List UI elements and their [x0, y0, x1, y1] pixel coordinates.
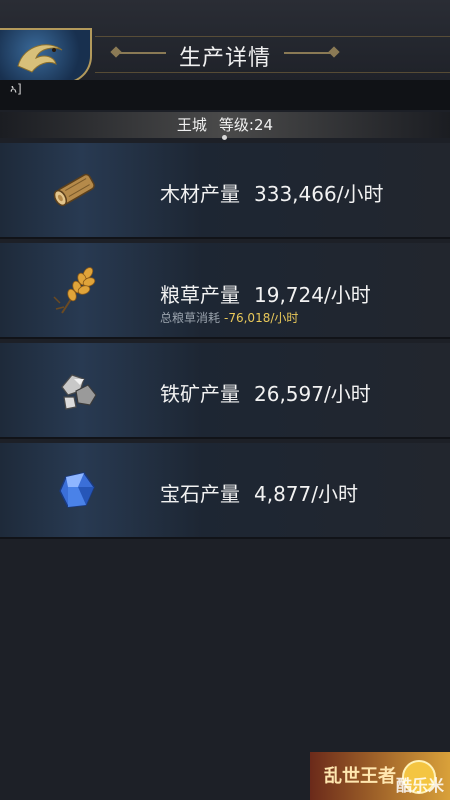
- resource-row-wood: 木材产量 333,466/小时: [0, 143, 450, 239]
- resource-label: 粮草产量: [160, 283, 240, 307]
- resource-line: 铁矿产量 26,597/小时: [160, 378, 371, 407]
- empty-area: 乱世王者 酷乐米: [0, 540, 450, 800]
- resource-label: 宝石产量: [160, 482, 240, 506]
- resource-value: 19,724/小时: [254, 283, 371, 307]
- resource-label: 木材产量: [160, 182, 240, 206]
- resource-label: 铁矿产量: [160, 382, 240, 406]
- watermark: 酷乐米: [395, 776, 444, 795]
- city-name: 王城: [176, 116, 207, 134]
- resource-row-iron: 铁矿产量 26,597/小时: [0, 343, 450, 439]
- header-divider: [95, 72, 450, 73]
- wheat-icon: [44, 257, 108, 321]
- resource-line: 宝石产量 4,877/小时: [160, 478, 358, 507]
- logo-text: 乱世王者: [324, 766, 396, 787]
- resource-row-grain: 粮草产量 19,724/小时 总粮草消耗 -76,018/小时: [0, 243, 450, 339]
- iron-ore-icon: [44, 357, 108, 421]
- resource-value: 333,466/小时: [254, 182, 384, 206]
- consumption-line: 总粮草消耗 -76,018/小时: [160, 309, 298, 326]
- back-button[interactable]: [0, 28, 92, 84]
- wood-log-icon: [44, 157, 108, 221]
- header-divider: [95, 36, 450, 37]
- consumption-value: -76,018/小时: [224, 311, 299, 325]
- resource-value: 4,877/小时: [254, 482, 358, 506]
- resource-line: 木材产量 333,466/小时: [160, 178, 383, 207]
- corner-glyph: ኣ]: [10, 82, 22, 96]
- indicator-dot: [222, 135, 227, 140]
- header-shadow: [0, 80, 450, 110]
- resource-line: 粮草产量 19,724/小时: [160, 279, 371, 308]
- resource-value: 26,597/小时: [254, 382, 371, 406]
- title-ornament: [284, 52, 330, 54]
- resource-row-gem: 宝石产量 4,877/小时: [0, 443, 450, 539]
- dragon-emblem-icon: [17, 44, 63, 73]
- gem-icon: [44, 457, 108, 521]
- city-level: 等级:24: [218, 116, 274, 134]
- consumption-label: 总粮草消耗: [160, 311, 221, 325]
